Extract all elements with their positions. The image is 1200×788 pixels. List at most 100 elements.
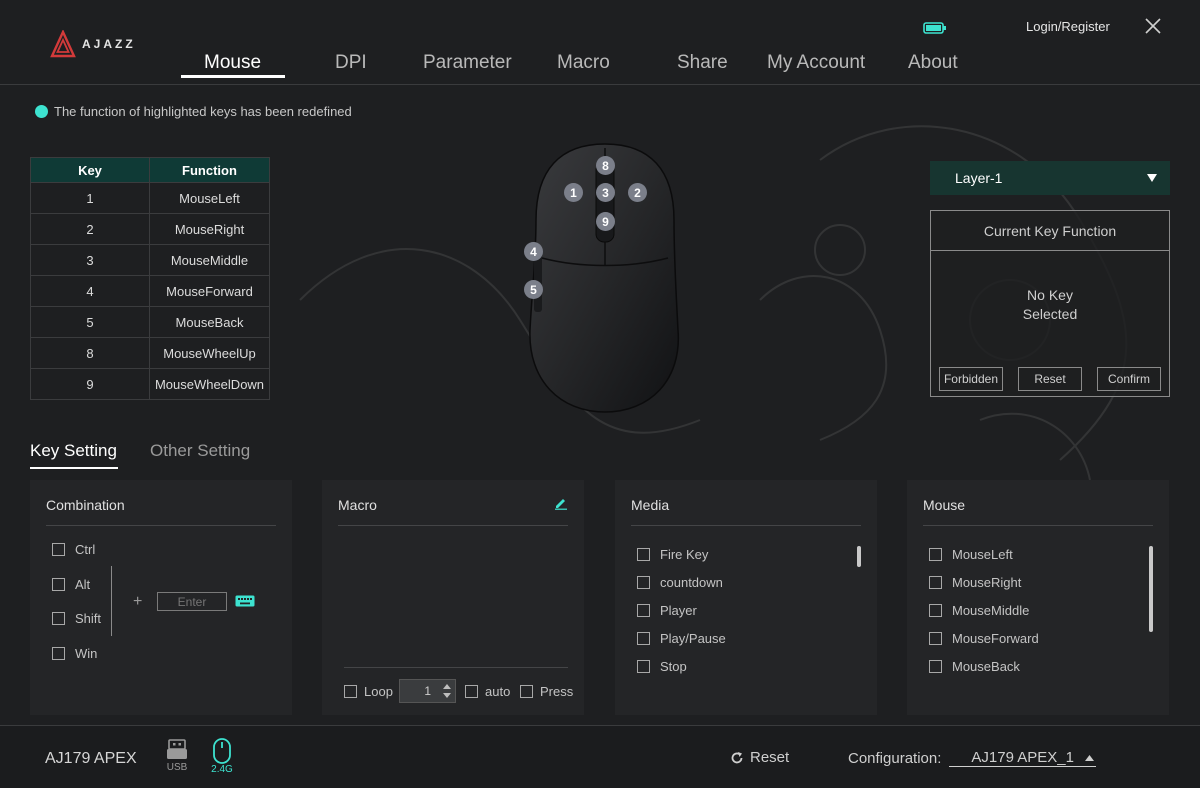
list-item[interactable]: countdown xyxy=(637,575,723,590)
usb-label: USB xyxy=(166,762,188,773)
key-cell: 5 xyxy=(30,306,150,338)
mouse-item-label: MouseLeft xyxy=(952,547,1013,562)
table-row[interactable]: 9 MouseWheelDown xyxy=(30,368,270,400)
key-cell: 4 xyxy=(30,275,150,307)
ajazz-logo-icon xyxy=(50,30,76,58)
auto-checkbox-row[interactable]: auto xyxy=(465,684,510,699)
alt-checkbox-row[interactable]: Alt xyxy=(52,577,90,592)
press-checkbox[interactable] xyxy=(520,685,533,698)
nav-about[interactable]: About xyxy=(908,52,958,74)
reset-config-button[interactable]: Reset xyxy=(730,749,789,766)
tab-other-setting[interactable]: Other Setting xyxy=(150,441,250,461)
list-item[interactable]: MouseForward xyxy=(929,631,1039,646)
key-cell: 1 xyxy=(30,182,150,214)
function-cell: MouseForward xyxy=(149,275,270,307)
shift-checkbox-row[interactable]: Shift xyxy=(52,611,101,626)
play-pause-checkbox[interactable] xyxy=(637,632,650,645)
close-icon[interactable] xyxy=(1144,17,1162,35)
key-function-table: Key Function 1 MouseLeft 2 MouseRight 3 Mou… xyxy=(30,157,270,400)
nav-mouse[interactable]: Mouse xyxy=(204,52,261,74)
confirm-button[interactable]: Confirm xyxy=(1097,367,1161,391)
media-item-label: countdown xyxy=(660,575,723,590)
nav-dpi[interactable]: DPI xyxy=(335,52,367,74)
tab-key-setting[interactable]: Key Setting xyxy=(30,441,117,461)
configuration-selector[interactable]: Configuration: AJ179 APEX_1 xyxy=(848,749,1096,767)
table-row[interactable]: 1 MouseLeft xyxy=(30,182,270,214)
mouse-key-9[interactable]: 9 xyxy=(596,212,615,231)
shift-checkbox[interactable] xyxy=(52,612,65,625)
layer-dropdown[interactable]: Layer-1 xyxy=(930,161,1170,195)
redefined-notice: The function of highlighted keys has bee… xyxy=(35,104,352,119)
mouse-forward-checkbox[interactable] xyxy=(929,632,942,645)
list-item[interactable]: MouseBack xyxy=(929,659,1020,674)
configuration-value-dropdown[interactable]: AJ179 APEX_1 xyxy=(949,749,1096,767)
edit-pencil-icon[interactable] xyxy=(554,496,568,510)
keyboard-icon[interactable] xyxy=(235,595,255,607)
media-title: Media xyxy=(631,497,670,513)
usb-icon xyxy=(167,739,187,759)
mouse-key-5[interactable]: 5 xyxy=(524,280,543,299)
fire-key-checkbox[interactable] xyxy=(637,548,650,561)
list-item[interactable]: MouseRight xyxy=(929,575,1021,590)
bottom-bar: AJ179 APEX USB 2.4G Reset Configuration:… xyxy=(0,725,1200,788)
player-checkbox[interactable] xyxy=(637,604,650,617)
win-checkbox-row[interactable]: Win xyxy=(52,646,97,661)
spinner-arrows-icon[interactable] xyxy=(442,682,452,700)
mouse-key-1[interactable]: 1 xyxy=(564,183,583,202)
mouse-middle-checkbox[interactable] xyxy=(929,604,942,617)
reset-key-button[interactable]: Reset xyxy=(1018,367,1082,391)
table-row[interactable]: 5 MouseBack xyxy=(30,306,270,338)
mouse-functions-panel: Mouse MouseLeft MouseRight MouseMiddle M… xyxy=(907,480,1169,715)
nav-my-account[interactable]: My Account xyxy=(767,52,865,74)
nav-share[interactable]: Share xyxy=(677,52,728,74)
reset-label: Reset xyxy=(750,749,790,766)
win-checkbox[interactable] xyxy=(52,647,65,660)
login-register-link[interactable]: Login/Register xyxy=(1026,19,1110,34)
combination-title: Combination xyxy=(46,497,125,513)
list-item[interactable]: MouseMiddle xyxy=(929,603,1029,618)
subtab-active-underline xyxy=(30,467,118,469)
ctrl-label: Ctrl xyxy=(75,542,96,557)
table-row[interactable]: 8 MouseWheelUp xyxy=(30,337,270,369)
media-item-label: Play/Pause xyxy=(660,631,726,646)
mouse-key-4[interactable]: 4 xyxy=(524,242,543,261)
nav-parameter[interactable]: Parameter xyxy=(423,52,512,74)
win-label: Win xyxy=(75,646,98,661)
list-item[interactable]: Player xyxy=(637,603,697,618)
media-scrollbar[interactable] xyxy=(857,546,861,567)
table-row[interactable]: 4 MouseForward xyxy=(30,275,270,307)
mouse-key-3[interactable]: 3 xyxy=(596,183,615,202)
macro-panel: Macro Loop 1 auto Press xyxy=(322,480,584,715)
ctrl-checkbox-row[interactable]: Ctrl xyxy=(52,542,95,557)
mouse-left-checkbox[interactable] xyxy=(929,548,942,561)
wireless-connection[interactable]: 2.4G xyxy=(211,738,233,775)
combination-key-input[interactable] xyxy=(157,592,227,611)
table-row[interactable]: 2 MouseRight xyxy=(30,213,270,245)
list-item[interactable]: Stop xyxy=(637,659,687,674)
loop-checkbox-row[interactable]: Loop xyxy=(344,684,393,699)
list-item[interactable]: Fire Key xyxy=(637,547,708,562)
loop-count-value: 1 xyxy=(424,684,431,698)
usb-connection[interactable]: USB xyxy=(165,738,189,773)
countdown-checkbox[interactable] xyxy=(637,576,650,589)
list-item[interactable]: MouseLeft xyxy=(929,547,1013,562)
stop-checkbox[interactable] xyxy=(637,660,650,673)
divider xyxy=(923,525,1153,526)
loop-count-spinner[interactable]: 1 xyxy=(399,679,456,703)
mouse-right-checkbox[interactable] xyxy=(929,576,942,589)
nav-macro[interactable]: Macro xyxy=(557,52,610,74)
press-checkbox-row[interactable]: Press xyxy=(520,684,573,699)
mouse-panel-scrollbar[interactable] xyxy=(1149,546,1153,632)
loop-checkbox[interactable] xyxy=(344,685,357,698)
table-row[interactable]: 3 MouseMiddle xyxy=(30,244,270,276)
forbidden-button[interactable]: Forbidden xyxy=(939,367,1003,391)
mouse-key-8[interactable]: 8 xyxy=(596,156,615,175)
brand-logo: AJAZZ xyxy=(50,30,136,58)
key-cell: 9 xyxy=(30,368,150,400)
auto-checkbox[interactable] xyxy=(465,685,478,698)
ctrl-checkbox[interactable] xyxy=(52,543,65,556)
alt-checkbox[interactable] xyxy=(52,578,65,591)
mouse-back-checkbox[interactable] xyxy=(929,660,942,673)
mouse-key-2[interactable]: 2 xyxy=(628,183,647,202)
list-item[interactable]: Play/Pause xyxy=(637,631,726,646)
